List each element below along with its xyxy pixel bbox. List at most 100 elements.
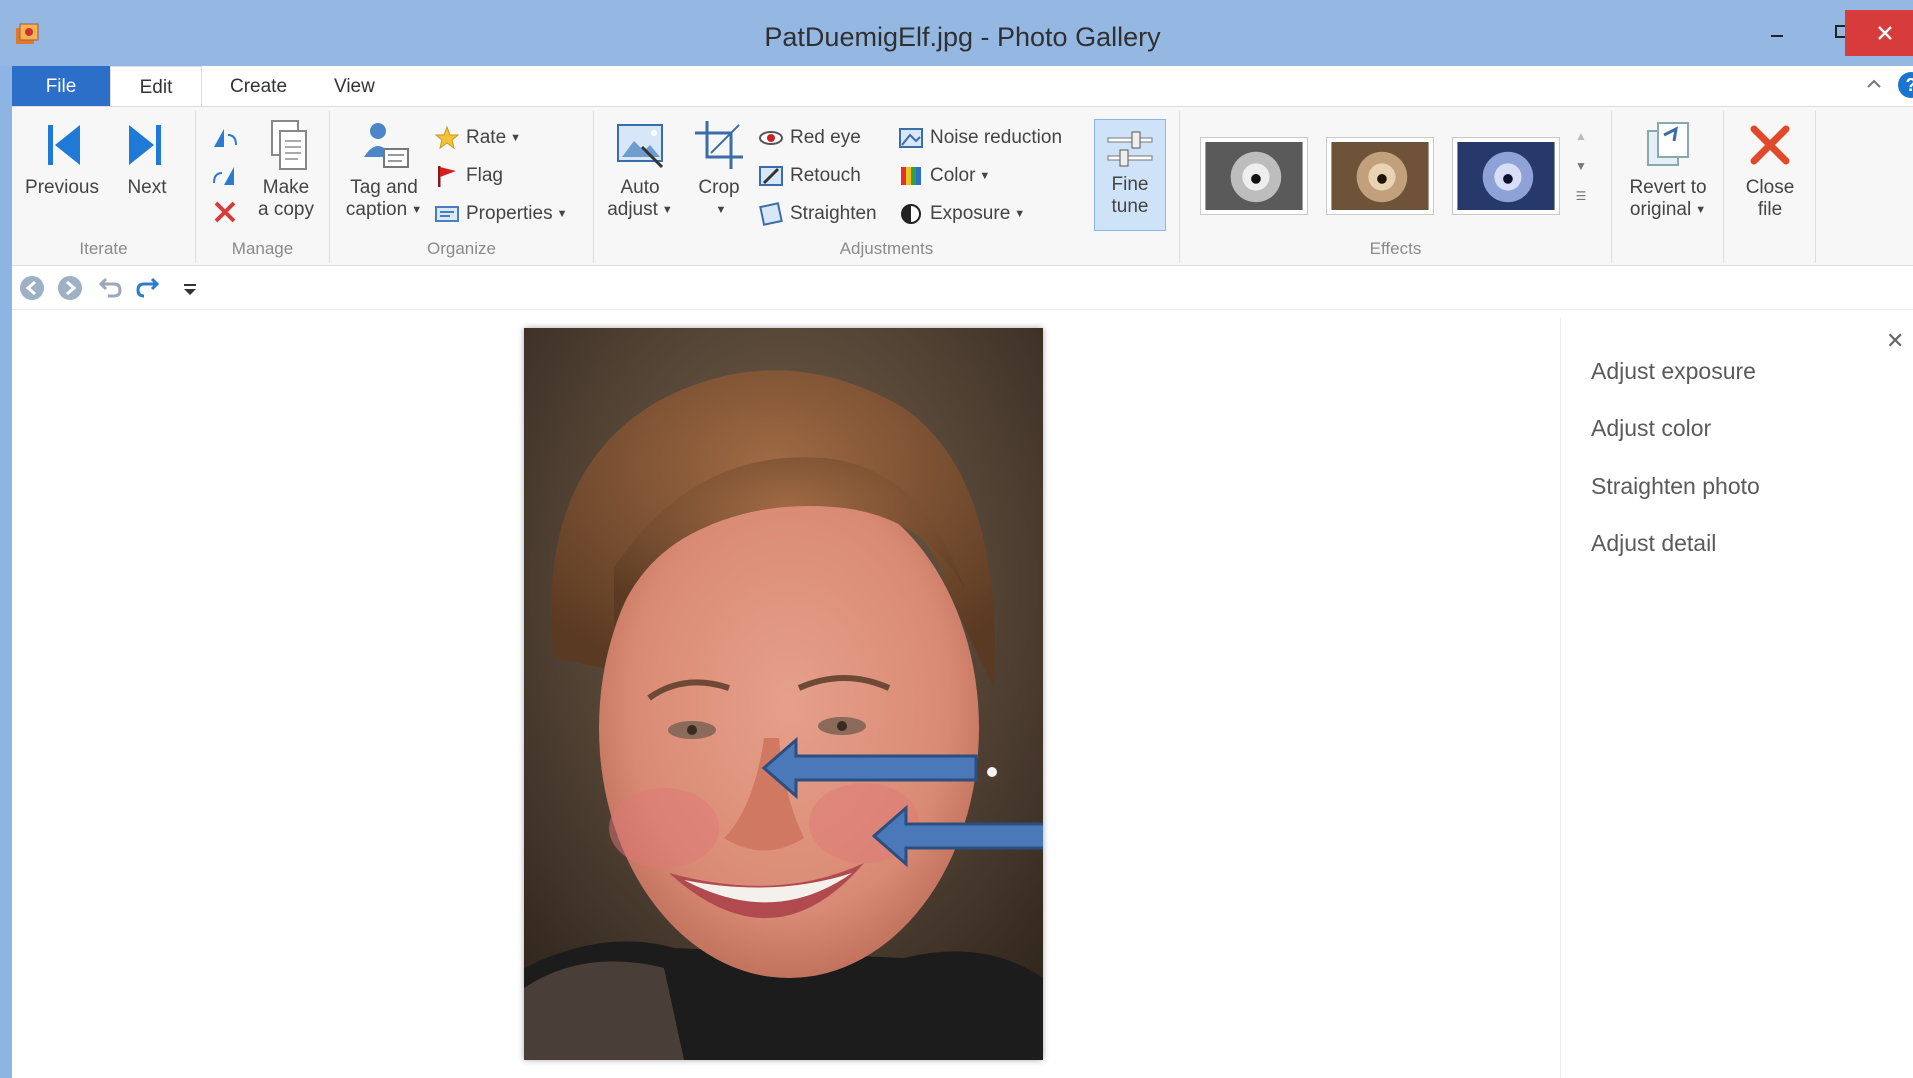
- undo-icon[interactable]: [96, 274, 124, 302]
- auto-adjust-button[interactable]: Auto adjust ▼: [598, 117, 682, 221]
- effect-preview-cyanotype: [1457, 142, 1555, 210]
- exposure-label: Exposure: [930, 203, 1011, 225]
- auto-adjust-label-1: Auto: [620, 177, 660, 198]
- revert-icon: [1647, 122, 1689, 166]
- effect-thumbnail-cyanotype[interactable]: [1452, 137, 1560, 215]
- tag-and-caption-button[interactable]: Tag and caption ▼: [336, 117, 432, 221]
- group-organize: Tag and caption ▼ Rate ▼ Flag Properties ▼ …: [330, 111, 594, 263]
- crop-icon: [695, 121, 743, 169]
- chevron-down-icon: ▼: [1014, 208, 1026, 220]
- fine-tune-label-2: tune: [1111, 196, 1149, 217]
- tab-file[interactable]: File: [12, 66, 110, 106]
- flag-icon: [438, 165, 456, 187]
- flag-button[interactable]: Flag: [434, 161, 503, 191]
- group-label-manage: Manage: [231, 239, 294, 258]
- minimize-button[interactable]: [1745, 12, 1809, 52]
- delete-icon[interactable]: [212, 199, 238, 225]
- make-copy-button[interactable]: Make a copy: [246, 117, 326, 221]
- effect-preview-sepia: [1331, 142, 1429, 210]
- forward-icon[interactable]: [56, 274, 84, 302]
- red-eye-icon: [759, 130, 783, 145]
- rotate-right-icon[interactable]: [210, 163, 240, 189]
- window-title: PatDuemigElf.jpg - Photo Gallery: [764, 22, 1161, 52]
- auto-adjust-icon: [617, 124, 664, 169]
- scroll-down-icon[interactable]: ▼: [1570, 159, 1592, 189]
- fine-tune-button[interactable]: Fine tune: [1094, 119, 1166, 231]
- group-label-organize: Organize: [427, 239, 496, 258]
- portrait-photo: [524, 328, 1043, 1060]
- group-adjustments: Auto adjust ▼ Crop ▼ Red eye Retouch Stra…: [594, 111, 1180, 263]
- tag-caption-label-1: Tag and: [350, 177, 418, 198]
- adjust-detail-link[interactable]: Adjust detail: [1591, 530, 1716, 557]
- fine-tune-label-1: Fine: [1111, 174, 1149, 195]
- scroll-up-icon[interactable]: ▲: [1570, 129, 1592, 159]
- group-effects: ▲ ▼ ☰ Effects: [1180, 111, 1612, 263]
- straighten-photo-link[interactable]: Straighten photo: [1591, 473, 1760, 500]
- retouch-label: Retouch: [790, 165, 861, 186]
- ribbon-tabs: File Edit Create View ?: [12, 66, 1913, 106]
- group-iterate: Previous Next Iterate: [12, 111, 196, 263]
- title-bar: PatDuemigElf.jpg - Photo Gallery: [0, 0, 1913, 66]
- ribbon: Previous Next Iterate Make a copy Manage…: [12, 106, 1913, 266]
- rate-button[interactable]: Rate ▼: [434, 123, 521, 153]
- group-manage: Make a copy Manage: [196, 111, 330, 263]
- customize-toolbar-icon[interactable]: [180, 274, 200, 302]
- next-icon: [129, 125, 161, 165]
- collapse-ribbon-icon[interactable]: [1864, 74, 1884, 94]
- retouch-button[interactable]: Retouch: [758, 161, 861, 191]
- group-revert: Revert to original ▼: [1612, 111, 1724, 263]
- previous-label: Previous: [25, 177, 99, 198]
- color-icon: [901, 167, 921, 185]
- next-button[interactable]: Next: [112, 117, 182, 199]
- tab-edit[interactable]: Edit: [110, 66, 202, 106]
- close-file-label-1: Close: [1745, 177, 1795, 198]
- tab-create[interactable]: Create: [210, 66, 307, 106]
- close-window-button[interactable]: [1845, 10, 1913, 56]
- chevron-down-icon: ▼: [979, 170, 991, 182]
- help-icon[interactable]: ?: [1898, 72, 1913, 98]
- crop-label: Crop: [698, 177, 740, 198]
- effect-thumbnail-bw[interactable]: [1200, 137, 1308, 215]
- previous-button[interactable]: Previous: [24, 117, 100, 199]
- chevron-down-icon: ▼: [715, 204, 727, 216]
- redo-icon[interactable]: [134, 274, 162, 302]
- exposure-icon: [901, 204, 921, 224]
- revert-to-original-button[interactable]: Revert to original ▼: [1616, 117, 1720, 221]
- properties-button[interactable]: Properties ▼: [434, 199, 568, 229]
- properties-label: Properties: [466, 203, 553, 225]
- straighten-icon: [759, 202, 783, 226]
- exposure-button[interactable]: Exposure ▼: [898, 199, 1025, 229]
- red-eye-button[interactable]: Red eye: [758, 123, 861, 153]
- noise-reduction-label: Noise reduction: [930, 127, 1063, 148]
- make-copy-label-1: Make: [262, 177, 310, 198]
- noise-reduction-button[interactable]: Noise reduction: [898, 123, 1062, 153]
- properties-icon: [435, 206, 459, 222]
- effect-preview-bw: [1205, 142, 1303, 210]
- effects-gallery-scroll[interactable]: ▲ ▼ ☰: [1570, 129, 1592, 225]
- color-label: Color: [930, 165, 976, 187]
- retouch-icon: [759, 165, 783, 186]
- close-icon: [1878, 26, 1892, 40]
- flag-label: Flag: [466, 165, 503, 186]
- fine-tune-pane: Adjust exposure Adjust color Straighten …: [1560, 318, 1913, 1078]
- effect-thumbnail-sepia[interactable]: [1326, 137, 1434, 215]
- adjust-exposure-link[interactable]: Adjust exposure: [1591, 358, 1756, 385]
- close-file-button[interactable]: Close file: [1730, 117, 1810, 221]
- color-button[interactable]: Color ▼: [898, 161, 990, 191]
- make-copy-label-2: a copy: [258, 199, 314, 220]
- rotate-left-icon[interactable]: [210, 125, 240, 151]
- red-eye-label: Red eye: [790, 127, 861, 148]
- back-icon[interactable]: [18, 274, 46, 302]
- crop-button[interactable]: Crop ▼: [684, 117, 754, 221]
- chevron-down-icon: ▼: [1695, 204, 1707, 216]
- noise-reduction-icon: [899, 127, 923, 148]
- photo-gallery-window: PatDuemigElf.jpg - Photo Gallery File Ed…: [0, 0, 1913, 1078]
- more-effects-icon[interactable]: ☰: [1570, 189, 1592, 219]
- photo-viewer[interactable]: [524, 328, 1043, 1060]
- straighten-button[interactable]: Straighten: [758, 199, 877, 229]
- adjust-color-link[interactable]: Adjust color: [1591, 415, 1711, 442]
- straighten-label: Straighten: [790, 203, 877, 224]
- tab-view[interactable]: View: [314, 66, 395, 106]
- auto-adjust-label-2: adjust: [607, 199, 658, 221]
- quick-access-toolbar: [12, 266, 1913, 310]
